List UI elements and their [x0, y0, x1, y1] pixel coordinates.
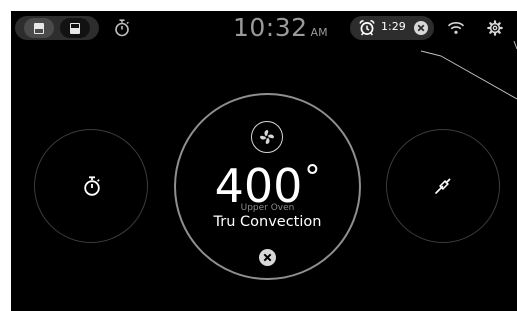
oven-control-screen: 10:32 AM 1:29 400° Upper Oven Tru Convec… [11, 11, 517, 311]
probe-button[interactable] [386, 129, 500, 243]
oven-status-dial[interactable]: 400° Upper Oven Tru Convection [174, 93, 361, 280]
cooking-mode-label: Tru Convection [213, 214, 322, 230]
timer-icon [84, 176, 100, 196]
fan-button[interactable] [251, 121, 283, 153]
degree-symbol: ° [304, 158, 321, 196]
oven-name-label: Upper Oven [240, 203, 295, 213]
probe-icon [435, 178, 451, 194]
timer-button[interactable] [34, 129, 148, 243]
close-icon [263, 253, 272, 262]
fan-icon [260, 130, 274, 144]
cancel-cooking-button[interactable] [259, 249, 276, 266]
